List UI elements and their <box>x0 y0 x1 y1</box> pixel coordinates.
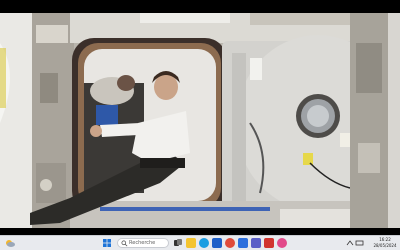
video-letterbox-top <box>0 0 400 13</box>
windows-start-icon[interactable] <box>102 238 112 248</box>
iss-module-scene <box>0 13 400 228</box>
task-view-icon[interactable] <box>173 238 183 248</box>
media-icon[interactable] <box>277 238 287 248</box>
file-explorer-icon[interactable] <box>186 238 196 248</box>
app-icon[interactable] <box>264 238 274 248</box>
mail-icon[interactable] <box>212 238 222 248</box>
chrome-icon[interactable] <box>225 238 235 248</box>
clock-date: 28/05/2024 <box>373 243 397 248</box>
taskbar-clock[interactable]: 16:22 28/05/2024 <box>372 237 398 250</box>
search-icon <box>121 240 128 247</box>
weather-icon[interactable] <box>4 238 16 248</box>
teams-icon[interactable] <box>251 238 261 248</box>
search-placeholder: Recherche <box>129 240 156 246</box>
system-tray-icon[interactable] <box>345 239 365 247</box>
edge-icon[interactable] <box>199 238 209 248</box>
store-icon[interactable] <box>238 238 248 248</box>
taskbar-search-box[interactable]: Recherche <box>117 238 169 248</box>
video-frame <box>0 13 400 228</box>
video-letterbox-bottom <box>0 228 400 235</box>
taskbar: Recherche 16:22 28/05/2024 <box>0 235 400 250</box>
